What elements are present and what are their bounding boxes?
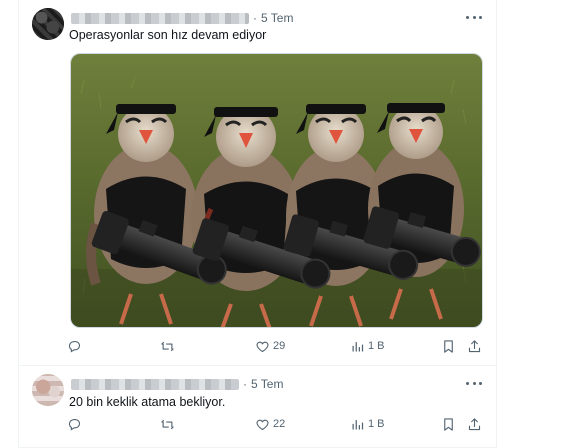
tweet[interactable]: · 5 Tem Operasyonlar son hız devam ediyo… — [19, 0, 496, 366]
avatar[interactable] — [32, 374, 64, 406]
views-count: 1 B — [368, 340, 385, 352]
reply-button[interactable] — [67, 338, 85, 354]
share-button[interactable] — [467, 338, 482, 354]
tweet-image[interactable] — [70, 53, 483, 328]
share-icon — [468, 339, 481, 352]
separator-dot: · — [243, 377, 247, 391]
more-options-icon[interactable] — [466, 10, 482, 24]
retweet-button[interactable] — [160, 416, 178, 432]
reply-icon — [68, 418, 81, 430]
like-button[interactable]: 22 — [255, 416, 285, 432]
bookmark-icon — [444, 339, 453, 353]
views-chart-icon — [352, 419, 364, 429]
tweet[interactable]: · 5 Tem 20 bin keklik atama bekliyor. 22… — [19, 366, 496, 448]
bookmark-button[interactable] — [441, 338, 456, 354]
share-icon — [468, 417, 481, 430]
avatar[interactable] — [32, 8, 64, 40]
more-options-icon[interactable] — [466, 376, 482, 390]
blurred-username[interactable] — [71, 12, 249, 24]
views-button[interactable]: 1 B — [350, 338, 385, 354]
tweet-actions: 29 1 B — [67, 338, 487, 354]
partridges-with-miniguns-image — [71, 54, 482, 327]
tweet-header: · 5 Tem — [71, 376, 283, 392]
retweet-button[interactable] — [160, 338, 178, 354]
like-button[interactable]: 29 — [255, 338, 285, 354]
retweet-icon — [161, 341, 174, 351]
heart-icon — [256, 419, 269, 430]
tweet-actions: 22 1 B — [67, 416, 487, 432]
tweet-text: 20 bin keklik atama bekliyor. — [69, 395, 226, 409]
heart-icon — [256, 341, 269, 352]
views-button[interactable]: 1 B — [350, 416, 385, 432]
views-count: 1 B — [368, 418, 385, 430]
timestamp[interactable]: 5 Tem — [251, 377, 283, 391]
reply-icon — [68, 340, 81, 352]
like-count: 22 — [273, 418, 286, 430]
share-button[interactable] — [467, 416, 482, 432]
reply-button[interactable] — [67, 416, 85, 432]
separator-dot: · — [253, 11, 257, 25]
timestamp[interactable]: 5 Tem — [261, 11, 293, 25]
blurred-username[interactable] — [71, 378, 239, 390]
like-count: 29 — [273, 340, 286, 352]
views-chart-icon — [352, 341, 364, 351]
tweet-text: Operasyonlar son hız devam ediyor — [69, 28, 267, 42]
bookmark-icon — [444, 417, 453, 431]
timeline-border-right — [496, 0, 497, 448]
retweet-icon — [161, 419, 174, 429]
bookmark-button[interactable] — [441, 416, 456, 432]
tweet-header: · 5 Tem — [71, 10, 293, 26]
